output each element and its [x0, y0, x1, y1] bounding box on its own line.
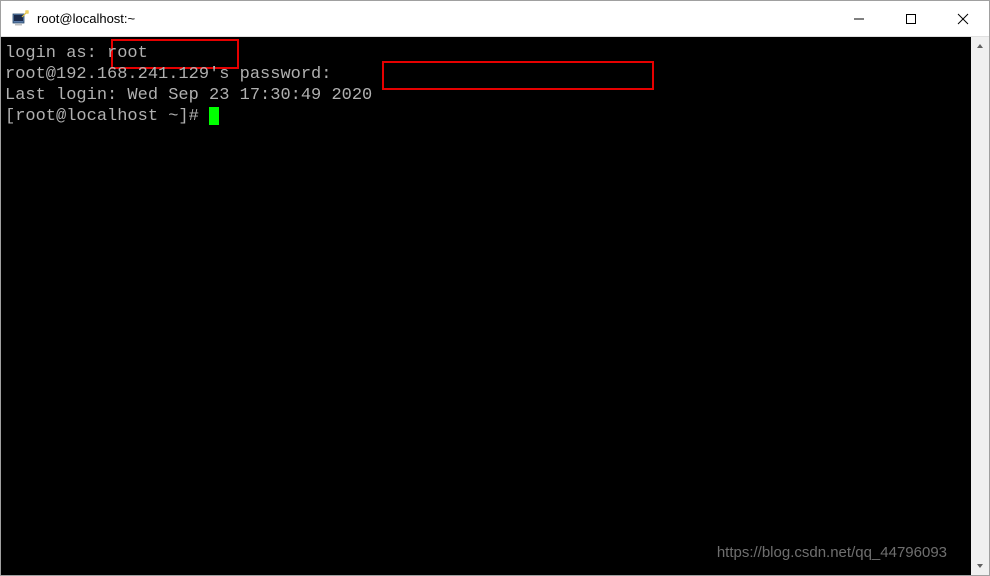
scrollbar-track[interactable] — [971, 55, 989, 557]
login-label: login as: — [5, 44, 97, 63]
watermark-text: https://blog.csdn.net/qq_44796093 — [717, 542, 947, 563]
terminal-line-lastlogin: Last login: Wed Sep 23 17:30:49 2020 — [5, 85, 967, 106]
terminal-content[interactable]: login as: root root@192.168.241.129's pa… — [1, 37, 971, 575]
titlebar[interactable]: root@localhost:~ — [1, 1, 989, 37]
putty-window: root@localhost:~ login as: root root@192… — [0, 0, 990, 576]
scroll-down-button[interactable] — [971, 557, 989, 575]
vertical-scrollbar[interactable] — [971, 37, 989, 575]
window-controls — [833, 1, 989, 36]
terminal-area: login as: root root@192.168.241.129's pa… — [1, 37, 989, 575]
maximize-button[interactable] — [885, 1, 937, 36]
cursor-icon — [209, 107, 219, 125]
login-value: root — [97, 44, 148, 63]
putty-icon — [11, 10, 29, 28]
minimize-button[interactable] — [833, 1, 885, 36]
scroll-up-button[interactable] — [971, 37, 989, 55]
shell-prompt: [root@localhost ~]# — [5, 107, 209, 126]
close-button[interactable] — [937, 1, 989, 36]
terminal-line-password: root@192.168.241.129's password: — [5, 64, 967, 85]
window-title: root@localhost:~ — [37, 11, 833, 26]
terminal-line-prompt: [root@localhost ~]# — [5, 106, 967, 127]
terminal-line-login: login as: root — [5, 43, 967, 64]
